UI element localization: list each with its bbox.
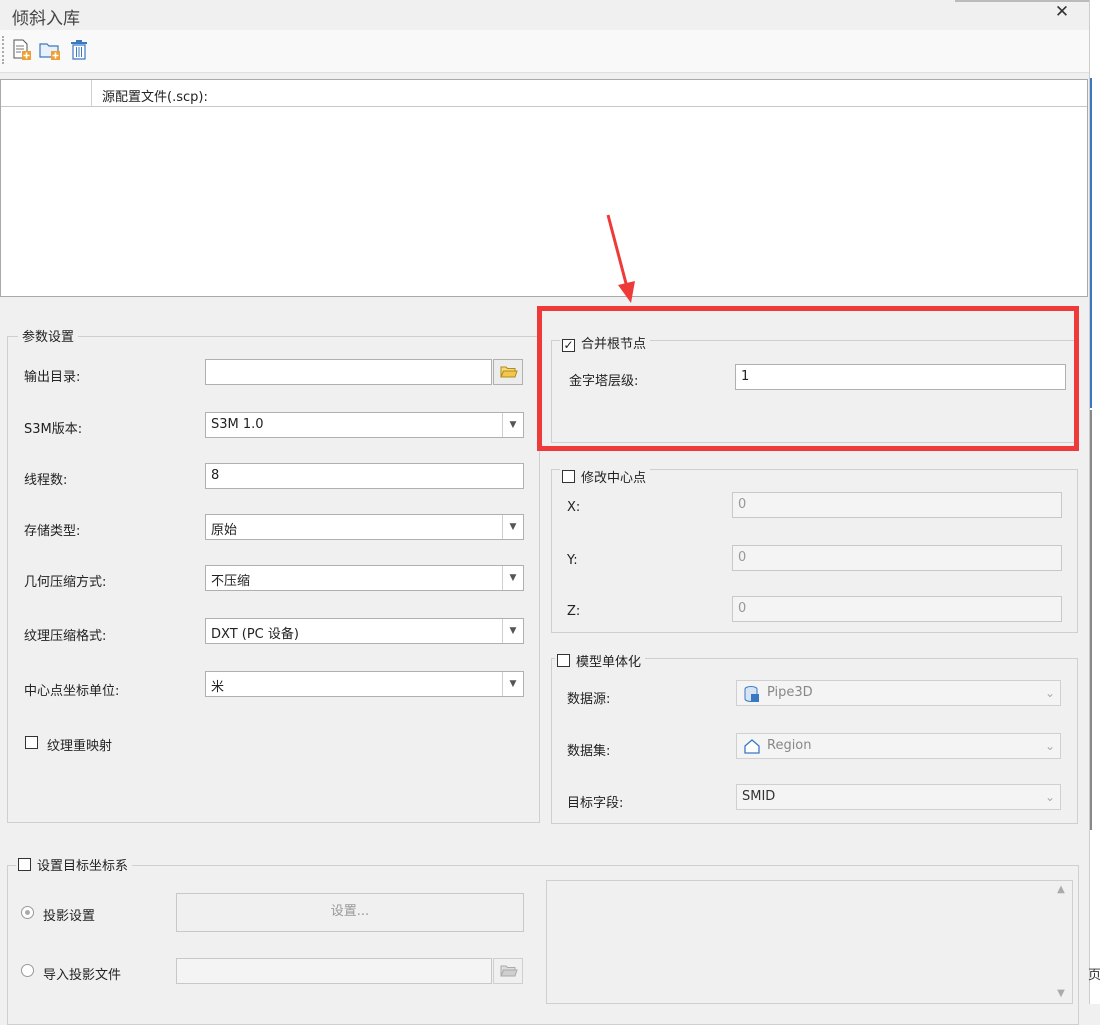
params-group-label: 参数设置 (18, 326, 79, 345)
storage-type-label: 存储类型: (24, 524, 81, 539)
chevron-down-icon: ⌄ (1044, 790, 1056, 804)
model-entity-header: 模型单体化 (555, 651, 646, 670)
center-x-label: X: (567, 500, 581, 515)
window-edge-line (955, 0, 1089, 2)
center-z-label: Z: (567, 604, 581, 619)
center-unit-label: 中心点坐标单位: (24, 684, 120, 699)
source-config-column-header: 源配置文件(.scp): (102, 90, 208, 105)
chevron-down-icon: ⌄ (1044, 739, 1056, 753)
target-crs-label: 设置目标坐标系 (37, 859, 129, 874)
center-y-label: Y: (567, 553, 578, 568)
storage-type-select[interactable]: 原始 ▼ (205, 514, 524, 540)
geometry-compression-label: 几何压缩方式: (24, 575, 107, 590)
edge-text: 页 (1088, 968, 1100, 983)
target-field-label: 目标字段: (567, 796, 624, 811)
open-folder-icon (500, 366, 518, 378)
title-bar (0, 0, 1089, 30)
window-title: 倾斜入库 (12, 9, 80, 29)
chevron-down-icon: ⌄ (1044, 686, 1056, 700)
highlight-box (537, 306, 1079, 451)
texture-compression-value: DXT (PC 设备) (211, 627, 299, 642)
output-dir-label: 输出目录: (24, 370, 81, 385)
datasource-select[interactable]: Pipe3D ⌄ (736, 680, 1061, 706)
center-y-input[interactable]: 0 (732, 545, 1062, 571)
model-entity-checkbox[interactable] (557, 654, 570, 667)
center-unit-select[interactable]: 米 ▼ (205, 671, 524, 697)
browse-projection-button[interactable] (493, 958, 523, 984)
chevron-down-icon: ▼ (502, 515, 523, 539)
dataset-value: Region (767, 738, 812, 753)
browse-output-button[interactable] (493, 359, 523, 385)
toolbar (0, 30, 1089, 73)
datasource-label: 数据源: (567, 692, 611, 707)
projection-settings-button[interactable]: 设置... (176, 893, 524, 932)
import-projection-input[interactable] (176, 958, 492, 984)
target-crs-header: 设置目标坐标系 (16, 855, 133, 874)
open-folder-icon (500, 965, 518, 977)
datasource-value: Pipe3D (767, 685, 813, 700)
file-list-index-column (1, 80, 92, 106)
modify-center-label: 修改中心点 (581, 471, 647, 486)
storage-type-value: 原始 (211, 523, 238, 538)
projection-settings-radio[interactable] (21, 906, 34, 919)
target-field-value: SMID (742, 789, 776, 804)
threads-input[interactable]: 8 (205, 463, 524, 489)
source-file-list[interactable] (0, 79, 1088, 297)
texture-compression-select[interactable]: DXT (PC 设备) ▼ (205, 618, 524, 644)
chevron-down-icon: ▼ (502, 619, 523, 643)
chevron-down-icon: ▼ (502, 413, 523, 437)
texture-remap-label: 纹理重映射 (47, 739, 113, 754)
output-dir-input[interactable] (205, 359, 492, 385)
scroll-down-icon[interactable]: ▼ (1054, 988, 1068, 1002)
modify-center-header: 修改中心点 (560, 467, 651, 486)
import-projection-radio[interactable] (21, 964, 34, 977)
target-crs-checkbox[interactable] (18, 858, 31, 871)
s3m-version-select[interactable]: S3M 1.0 ▼ (205, 412, 524, 438)
background-window-edge: 页 (1088, 0, 1100, 1004)
add-folder-icon[interactable] (39, 39, 61, 61)
scroll-up-icon[interactable]: ▲ (1054, 884, 1068, 898)
center-x-input[interactable]: 0 (732, 492, 1062, 518)
geometry-compression-value: 不压缩 (211, 574, 251, 589)
threads-label: 线程数: (24, 473, 68, 488)
s3m-version-value: S3M 1.0 (211, 417, 264, 432)
modify-center-checkbox[interactable] (562, 470, 575, 483)
geometry-compression-select[interactable]: 不压缩 ▼ (205, 565, 524, 591)
dataset-label: 数据集: (567, 744, 611, 759)
texture-compression-label: 纹理压缩格式: (24, 629, 107, 644)
center-z-input[interactable]: 0 (732, 596, 1062, 622)
center-unit-value: 米 (211, 680, 225, 695)
toolbar-grip (2, 36, 6, 64)
delete-icon[interactable] (68, 39, 90, 61)
chevron-down-icon: ▼ (502, 672, 523, 696)
dataset-select[interactable]: Region ⌄ (736, 733, 1061, 759)
red-arrow-annotation (606, 214, 635, 303)
new-file-icon[interactable] (11, 39, 33, 61)
texture-remap-checkbox[interactable] (25, 736, 38, 749)
projection-settings-label: 投影设置 (43, 909, 96, 924)
region-icon (744, 739, 760, 754)
model-entity-label: 模型单体化 (576, 655, 642, 670)
import-projection-label: 导入投影文件 (43, 968, 122, 983)
close-button[interactable]: ✕ (1052, 2, 1072, 24)
database-icon (744, 686, 759, 702)
projection-info-box[interactable] (546, 880, 1073, 1004)
target-field-select[interactable]: SMID ⌄ (736, 784, 1061, 810)
s3m-version-label: S3M版本: (24, 422, 83, 437)
chevron-down-icon: ▼ (502, 566, 523, 590)
